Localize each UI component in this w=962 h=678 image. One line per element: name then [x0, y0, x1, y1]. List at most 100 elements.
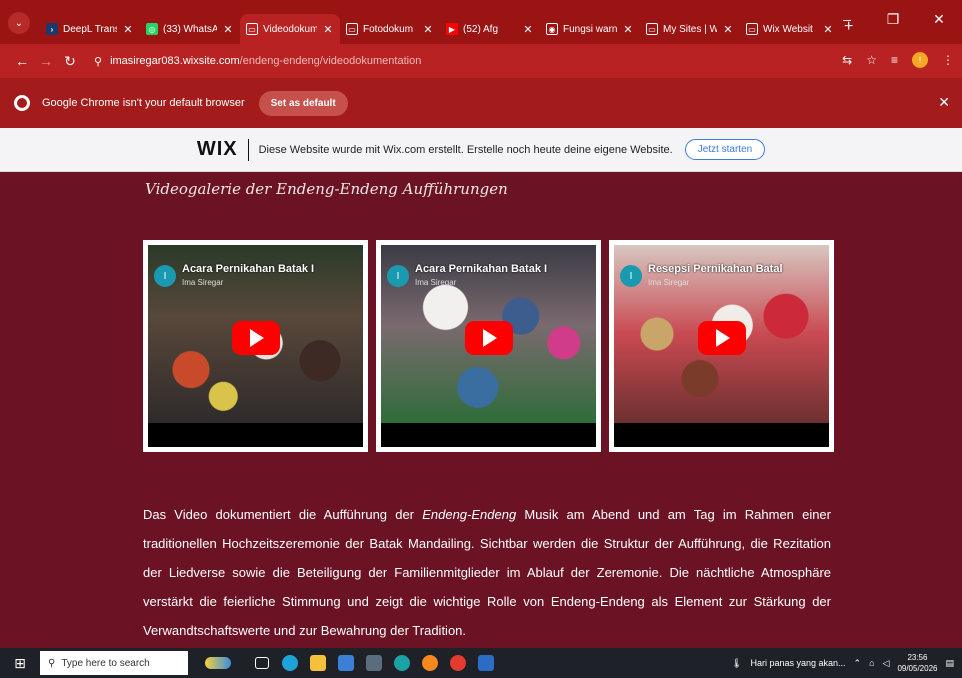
tab-favicon-icon: ▭ — [346, 23, 358, 35]
infobar-message: Google Chrome isn't your default browser — [42, 97, 245, 109]
play-button-icon[interactable] — [697, 320, 746, 355]
task-view-icon[interactable] — [248, 648, 276, 678]
bookmark-star-icon[interactable]: ☆ — [866, 53, 877, 67]
minimize-icon[interactable]: – — [824, 4, 870, 34]
play-button-icon[interactable] — [231, 320, 280, 355]
notifications-icon[interactable]: ▤ — [945, 658, 954, 669]
weather-text[interactable]: Hari panas yang akan... — [750, 658, 845, 668]
video-channel: Ima Siregar — [648, 278, 690, 287]
tab-0[interactable]: › DeepL Trans ✕ — [40, 14, 140, 44]
close-icon[interactable]: ✕ — [938, 94, 950, 111]
weather-icon: 🌡 — [731, 657, 743, 668]
video-bottom-bar — [381, 423, 596, 447]
set-default-button[interactable]: Set as default — [258, 90, 348, 116]
media-icon[interactable]: ≡ — [891, 53, 898, 67]
tab-strip: ⌄ › DeepL Trans ✕ ◎ (33) WhatsAp ✕ ▭ Videodokum… — [0, 0, 962, 44]
windows-start-icon[interactable]: ⊞ — [0, 648, 40, 678]
window-controls: – ❐ ✕ — [824, 4, 962, 34]
calculator-icon[interactable] — [360, 648, 388, 678]
tab-6[interactable]: ▭ My Sites | W ✕ — [640, 14, 740, 44]
video-thumbnail[interactable]: I Acara Pernikahan Batak I Ima Siregar — [148, 245, 363, 423]
firefox-icon[interactable] — [416, 648, 444, 678]
forward-icon[interactable]: → — [34, 53, 58, 69]
page-title: Videogalerie der Endeng-Endeng Aufführun… — [145, 180, 508, 198]
network-icon[interactable]: ⌂ — [869, 658, 874, 668]
tab-favicon-icon: ◉ — [546, 23, 558, 35]
tab-title: Fungsi warn — [563, 23, 617, 35]
taskbar: ⊞ ⚲ Type here to search 🌡 Hari panas yan… — [0, 648, 962, 678]
chrome-taskbar-icon[interactable] — [444, 648, 472, 678]
tab-favicon-icon: › — [46, 23, 58, 35]
tab-favicon-icon: ▶ — [446, 23, 458, 35]
site-info-icon[interactable]: ⚲ — [94, 55, 102, 68]
url-path: /endeng-endeng/videodokumentation — [239, 55, 422, 67]
channel-avatar[interactable]: I — [387, 265, 409, 287]
video-title[interactable]: Acara Pernikahan Batak I — [182, 263, 314, 275]
clock[interactable]: 23:56 09/05/2026 — [897, 652, 937, 674]
video-title[interactable]: Acara Pernikahan Batak I — [415, 263, 547, 275]
video-bottom-bar — [614, 423, 829, 447]
video-thumbnail[interactable]: I Acara Pernikahan Batak I Ima Siregar — [381, 245, 596, 423]
restore-icon[interactable]: ❐ — [870, 4, 916, 34]
app-icon[interactable] — [388, 648, 416, 678]
tab-close-icon[interactable]: ✕ — [122, 23, 134, 36]
tab-title: DeepL Trans — [63, 23, 117, 35]
tab-title: (33) WhatsAp — [163, 23, 217, 35]
video-bottom-bar — [148, 423, 363, 447]
search-icon: ⚲ — [48, 657, 56, 669]
video-title[interactable]: Resepsi Pernikahan Batal — [648, 263, 783, 275]
tab-5[interactable]: ◉ Fungsi warn ✕ — [540, 14, 640, 44]
play-button-icon[interactable] — [464, 320, 513, 355]
video-thumbnail[interactable]: I Resepsi Pernikahan Batal Ima Siregar — [614, 245, 829, 423]
video-card-2[interactable]: I Resepsi Pernikahan Batal Ima Siregar — [609, 240, 834, 452]
edge-icon[interactable] — [276, 648, 304, 678]
translate-icon[interactable]: ⇆ — [842, 53, 852, 67]
wix-banner: WIX Diese Website wurde mit Wix.com erst… — [0, 128, 962, 172]
tab-title: Fotodokum — [363, 23, 414, 35]
chevron-up-icon[interactable]: ⌃ — [854, 658, 862, 669]
address-bar[interactable]: ⚲ imasiregar083.wixsite.com/endeng-enden… — [94, 55, 421, 68]
word-icon[interactable] — [472, 648, 500, 678]
tab-close-icon[interactable]: ✕ — [222, 23, 234, 36]
tab-close-icon[interactable]: ✕ — [722, 23, 734, 36]
description-part: Musik am Abend und am Tag im Rahmen eine… — [143, 507, 831, 638]
tab-1[interactable]: ◎ (33) WhatsAp ✕ — [140, 14, 240, 44]
tab-title: Wix Websit — [763, 23, 813, 35]
tab-close-icon[interactable]: ✕ — [422, 23, 434, 36]
toolbar-actions: ⇆ ☆ ≡ ! ⋮ — [842, 52, 954, 68]
description-part: Das Video dokumentiert die Aufführung de… — [143, 507, 423, 522]
tab-favicon-icon: ▭ — [646, 23, 658, 35]
chrome-icon — [14, 95, 30, 111]
channel-avatar[interactable]: I — [620, 265, 642, 287]
file-explorer-icon[interactable] — [304, 648, 332, 678]
reload-icon[interactable]: ↻ — [58, 53, 82, 70]
video-card-1[interactable]: I Acara Pernikahan Batak I Ima Siregar — [376, 240, 601, 452]
tab-close-icon[interactable]: ✕ — [322, 23, 334, 36]
tab-favicon-icon: ◎ — [146, 23, 158, 35]
tab-4[interactable]: ▶ (52) Afg ✕ — [440, 14, 540, 44]
tab-2[interactable]: ▭ Videodokum ✕ — [240, 14, 340, 44]
menu-icon[interactable]: ⋮ — [942, 53, 954, 67]
wix-divider — [247, 138, 249, 161]
tab-title: (52) Afg — [463, 23, 499, 35]
profile-icon[interactable]: ! — [912, 52, 928, 68]
tab-title: Videodokum — [263, 23, 317, 35]
channel-avatar[interactable]: I — [154, 265, 176, 287]
tab-close-icon[interactable]: ✕ — [522, 23, 534, 36]
video-gallery: I Acara Pernikahan Batak I Ima Siregar I Aca… — [143, 240, 834, 452]
back-icon[interactable]: ← — [10, 53, 34, 69]
tab-close-icon[interactable]: ✕ — [622, 23, 634, 36]
tab-title: My Sites | W — [663, 23, 717, 35]
default-browser-infobar: Google Chrome isn't your default browser… — [0, 78, 962, 128]
close-window-icon[interactable]: ✕ — [916, 4, 962, 34]
volume-icon[interactable]: ◁ — [883, 658, 890, 669]
copilot-icon[interactable] — [188, 648, 248, 678]
jetzt-starten-button[interactable]: Jetzt starten — [684, 139, 766, 160]
tab-3[interactable]: ▭ Fotodokum ✕ — [340, 14, 440, 44]
store-icon[interactable] — [332, 648, 360, 678]
wix-logo[interactable]: WIX — [197, 138, 238, 161]
system-tray: 🌡 Hari panas yang akan... ⌃ ⌂ ◁ 23:56 09… — [731, 648, 962, 678]
tab-search-icon[interactable]: ⌄ — [8, 12, 30, 34]
video-card-0[interactable]: I Acara Pernikahan Batak I Ima Siregar — [143, 240, 368, 452]
taskbar-search-input[interactable]: ⚲ Type here to search — [40, 651, 188, 675]
